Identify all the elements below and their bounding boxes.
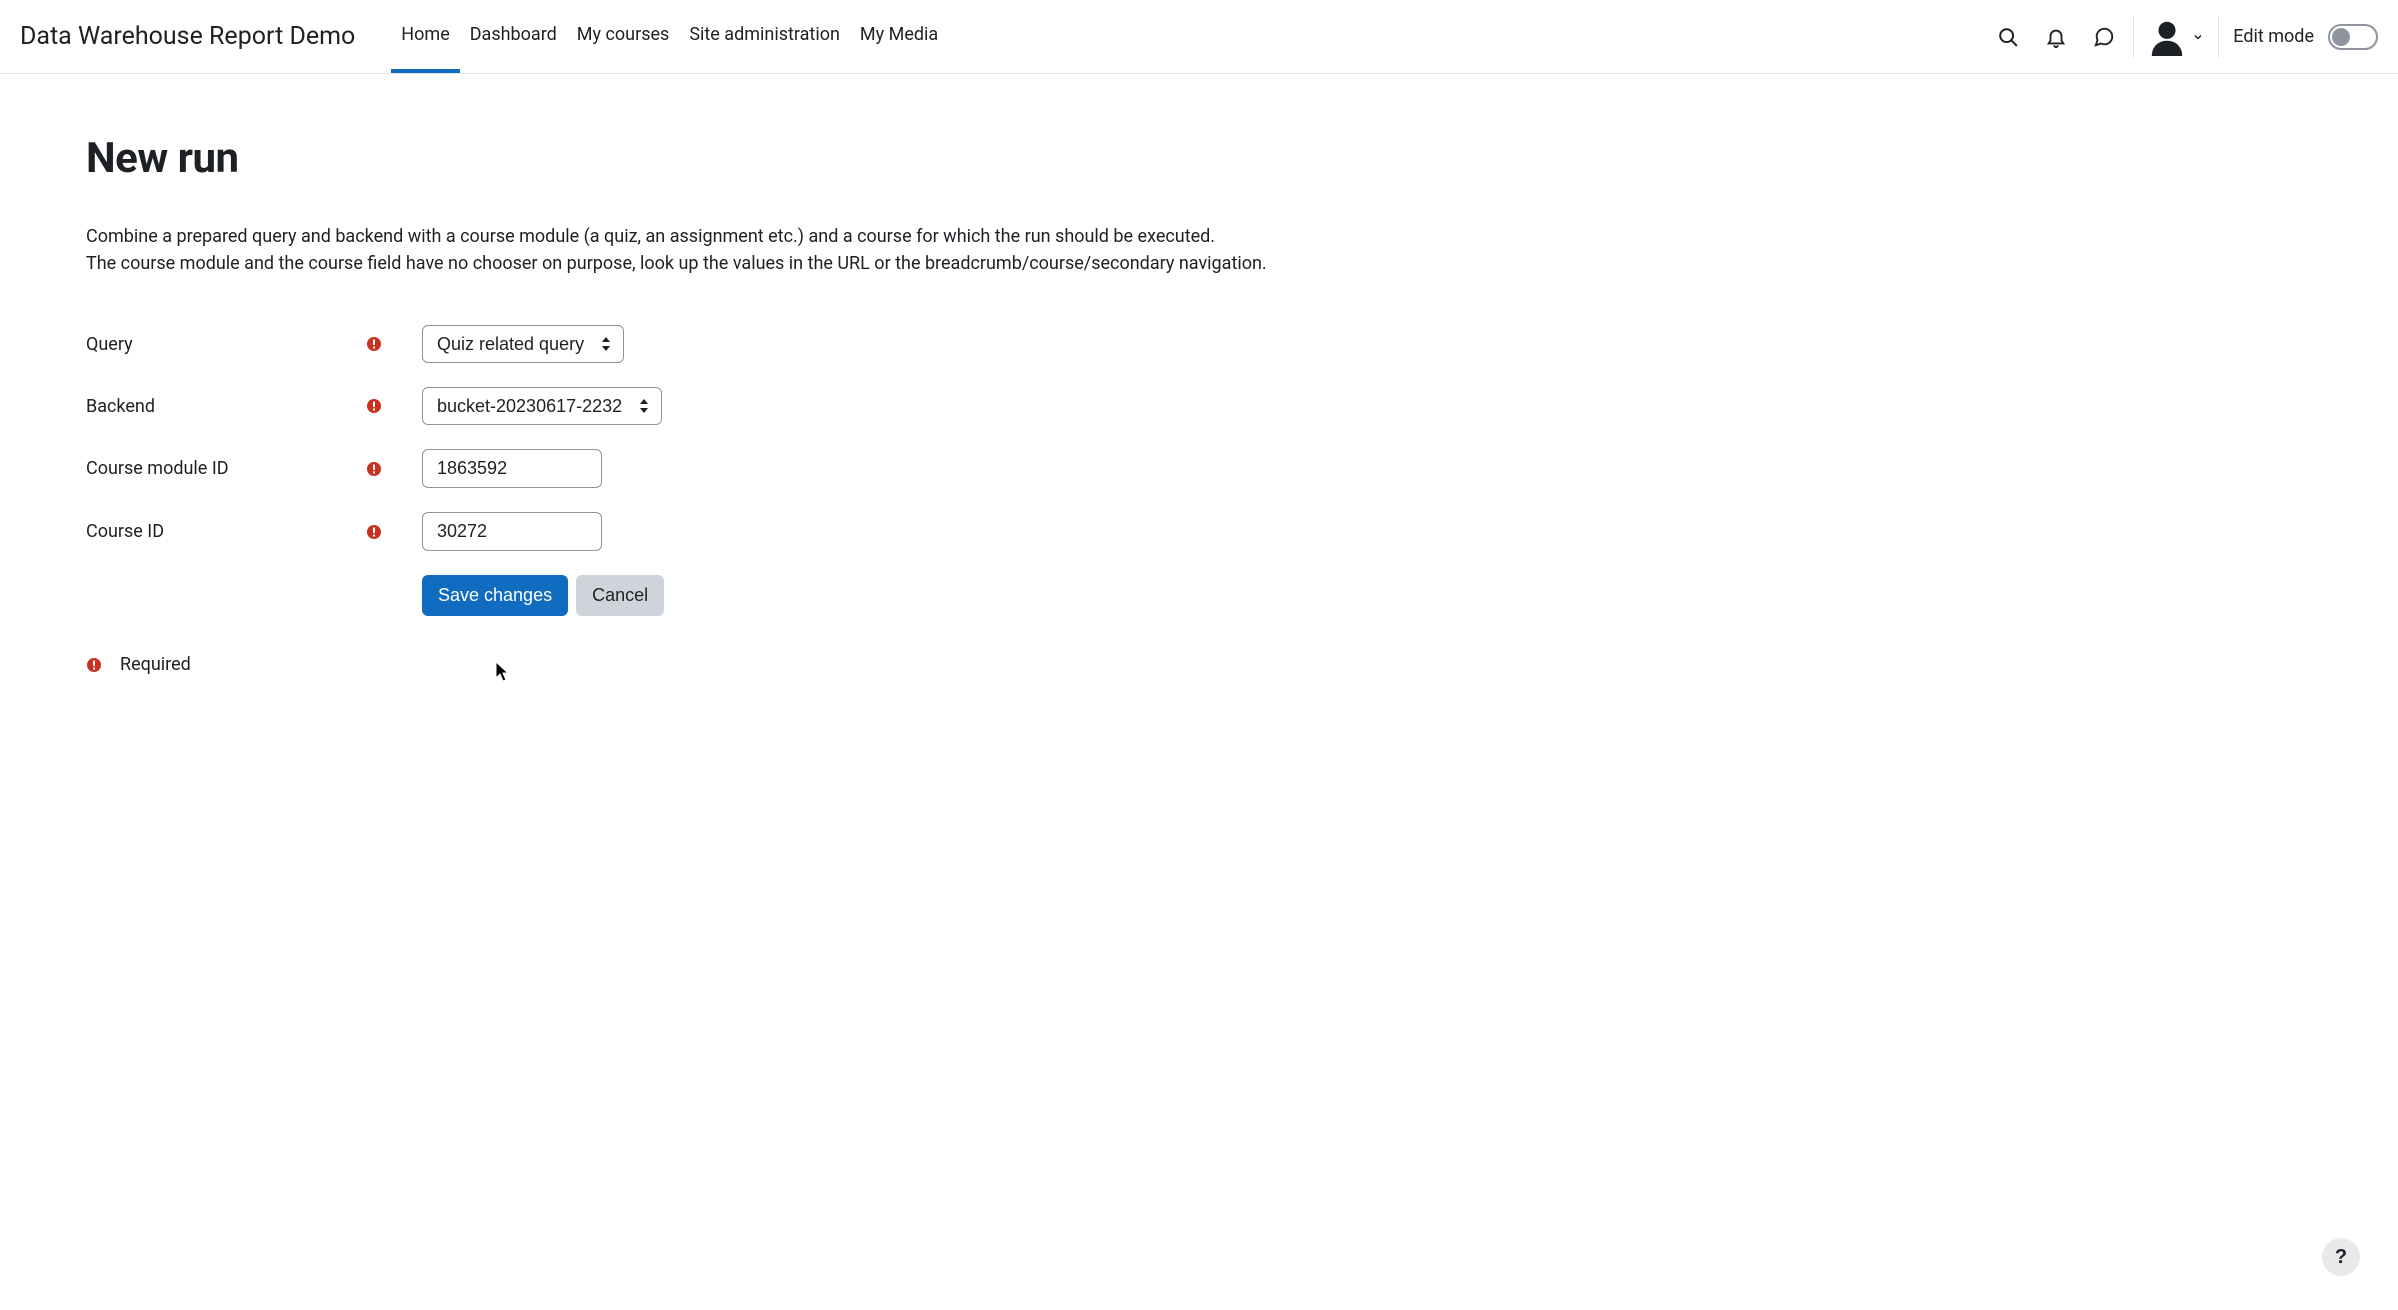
nav-my-courses[interactable]: My courses: [567, 0, 680, 73]
help-button[interactable]: ?: [2322, 1238, 2360, 1276]
chat-icon[interactable]: [2089, 22, 2119, 52]
backend-select[interactable]: bucket-20230617-2232: [422, 387, 662, 425]
edit-mode-toggle[interactable]: [2328, 24, 2378, 50]
page-main: New run Combine a prepared query and bac…: [0, 74, 1400, 715]
nav-home[interactable]: Home: [391, 0, 459, 73]
form-row-backend: Backend bucket-20230617-2232: [86, 387, 1314, 425]
cmid-input[interactable]: [422, 449, 602, 488]
required-icon: [366, 336, 382, 352]
required-legend: Required: [86, 654, 1314, 675]
chevron-down-icon: [2192, 31, 2204, 43]
save-button[interactable]: Save changes: [422, 575, 568, 616]
search-icon[interactable]: [1993, 22, 2023, 52]
query-label: Query: [86, 334, 366, 355]
avatar-icon: [2148, 18, 2186, 56]
navbar: Data Warehouse Report Demo Home Dashboar…: [0, 0, 2398, 74]
query-select[interactable]: Quiz related query: [422, 325, 624, 363]
required-icon: [366, 461, 382, 477]
form-actions: Save changes Cancel: [86, 575, 1314, 616]
toggle-knob: [2332, 28, 2350, 46]
cancel-button[interactable]: Cancel: [576, 575, 664, 616]
nav-my-media[interactable]: My Media: [850, 0, 948, 73]
form-row-query: Query Quiz related query: [86, 325, 1314, 363]
primary-nav: Home Dashboard My courses Site administr…: [391, 0, 948, 73]
bell-icon[interactable]: [2041, 22, 2071, 52]
form-row-cmid: Course module ID: [86, 449, 1314, 488]
required-icon: [86, 657, 102, 673]
courseid-label: Course ID: [86, 521, 366, 542]
backend-label: Backend: [86, 396, 366, 417]
user-menu[interactable]: [2134, 16, 2219, 58]
courseid-input[interactable]: [422, 512, 602, 551]
required-legend-text: Required: [120, 654, 191, 675]
cmid-label: Course module ID: [86, 458, 366, 479]
required-icon: [366, 524, 382, 540]
desc-line-1: Combine a prepared query and backend wit…: [86, 226, 1215, 247]
page-title: New run: [86, 134, 1314, 183]
edit-mode-label: Edit mode: [2233, 26, 2314, 47]
nav-dashboard[interactable]: Dashboard: [460, 0, 567, 73]
brand-link[interactable]: Data Warehouse Report Demo: [20, 22, 355, 51]
required-icon: [366, 398, 382, 414]
edit-mode-control: Edit mode: [2219, 24, 2378, 50]
page-description: Combine a prepared query and backend wit…: [86, 223, 1314, 277]
desc-line-2: The course module and the course field h…: [86, 253, 1267, 274]
nav-icon-group: [1993, 16, 2134, 58]
form-row-courseid: Course ID: [86, 512, 1314, 551]
nav-site-administration[interactable]: Site administration: [679, 0, 850, 73]
